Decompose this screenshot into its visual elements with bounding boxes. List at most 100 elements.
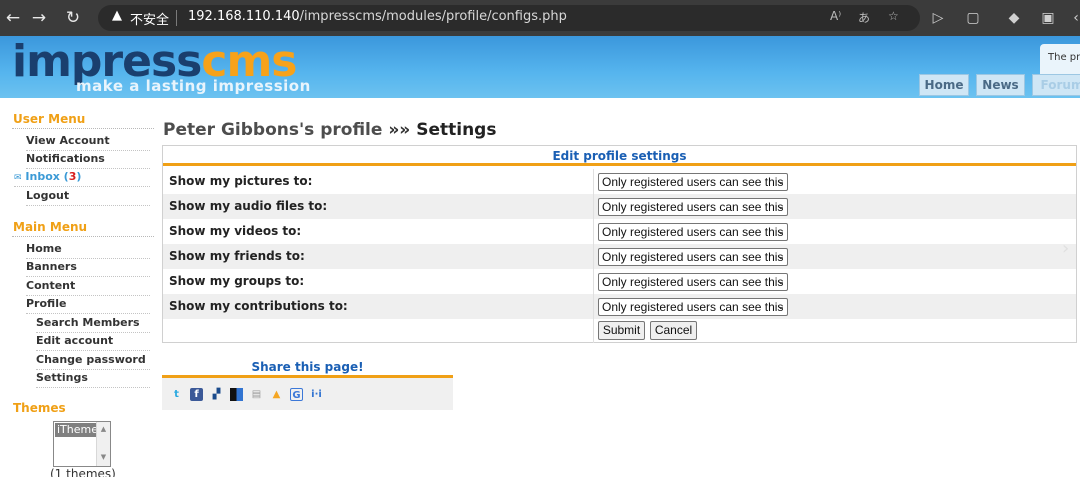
nav-tab-forum[interactable]: Forum: [1032, 74, 1080, 96]
row-value-cell: Only registered users can see this ⌄: [593, 294, 1076, 319]
forward-arrow-icon[interactable]: →: [28, 7, 50, 29]
pictures-visibility-select[interactable]: Only registered users can see this ⌄: [598, 173, 788, 191]
left-sidebar: User Menu View Account Notifications ✉ I…: [6, 104, 156, 477]
inbox-label: Inbox: [25, 170, 60, 183]
tooltip-popup: The pro: [1040, 44, 1080, 78]
delicious-icon[interactable]: [230, 388, 243, 401]
share-icons-bar: t f ▞ ▤ ▲ G i·i: [162, 375, 453, 410]
row-value-cell: Only registered users can see this ⌄: [593, 219, 1076, 244]
buttons-cell: Submit Cancel: [593, 318, 1076, 343]
menu-item-notifications[interactable]: Notifications: [26, 151, 150, 169]
more-arrow-icon[interactable]: ‹: [1066, 8, 1080, 28]
share-title: Share this page!: [251, 360, 364, 374]
menu-item-banners[interactable]: Banners: [26, 259, 150, 277]
row-label: Show my audio files to:: [169, 199, 328, 213]
warning-icon: ▲: [112, 8, 122, 23]
theme-select-list[interactable]: iTheme ▲ ▼: [53, 421, 111, 467]
submenu-item-search-members[interactable]: Search Members: [36, 315, 150, 333]
menu-item-logout[interactable]: Logout: [26, 188, 150, 206]
google-icon[interactable]: G: [290, 388, 303, 401]
back-arrow-icon[interactable]: ←: [2, 7, 24, 29]
scroll-up-icon[interactable]: ▲: [97, 425, 110, 433]
menu-item-home[interactable]: Home: [26, 241, 150, 259]
collections-icon[interactable]: ▢: [963, 8, 983, 28]
submenu-item-settings[interactable]: Settings: [36, 370, 150, 388]
favorite-star-icon[interactable]: ☆: [888, 9, 899, 23]
audio-visibility-select[interactable]: Only registered users can see this ⌄: [598, 198, 788, 216]
menu-item-inbox[interactable]: ✉ Inbox (3): [14, 169, 150, 187]
settings-row: Show my videos to: Only registered users…: [163, 219, 1076, 244]
select-value: Only registered users can see this: [602, 225, 784, 239]
hi5-icon[interactable]: i·i: [310, 388, 323, 401]
inbox-icon: ✉: [14, 173, 22, 183]
scroll-down-icon[interactable]: ▼: [97, 453, 110, 461]
chevron-down-icon: ⌄: [776, 301, 785, 312]
translate-icon[interactable]: あ: [858, 9, 870, 26]
menu-item-profile[interactable]: Profile: [26, 296, 150, 314]
chevron-down-icon: ⌄: [776, 176, 785, 187]
chevron-down-icon: ⌄: [776, 276, 785, 287]
row-value-cell: Only registered users can see this ⌄: [593, 194, 1076, 219]
row-label: Show my videos to:: [169, 224, 302, 238]
cancel-button[interactable]: Cancel: [650, 321, 697, 340]
theme-option[interactable]: iTheme: [55, 423, 98, 437]
row-value-cell: Only registered users can see this ⌄: [593, 169, 1076, 194]
menu-item-content[interactable]: Content: [26, 278, 150, 296]
url-path: /impresscms/modules/profile/configs.php: [299, 9, 567, 24]
breadcrumb-profile[interactable]: Peter Gibbons's profile: [163, 120, 382, 140]
themes-count: (1 themes): [50, 467, 116, 477]
browser-toolbar: ← → ↻ ▲ 不安全 192.168.110.140/impresscms/m…: [0, 0, 1080, 36]
play-icon[interactable]: ▷: [928, 8, 948, 28]
row-label: Show my contributions to:: [169, 299, 348, 313]
chevron-down-icon: ⌄: [776, 201, 785, 212]
url-host: 192.168.110.140: [188, 9, 300, 24]
select-value: Only registered users can see this: [602, 300, 784, 314]
videos-visibility-select[interactable]: Only registered users can see this ⌄: [598, 223, 788, 241]
submenu-item-change-password[interactable]: Change password: [36, 352, 150, 370]
page-title: Peter Gibbons's profile »» Settings: [163, 120, 496, 140]
theme-list-scrollbar[interactable]: ▲ ▼: [96, 422, 110, 466]
settings-row: Show my groups to: Only registered users…: [163, 269, 1076, 294]
url-text[interactable]: 192.168.110.140/impresscms/modules/profi…: [188, 9, 567, 24]
row-value-cell: Only registered users can see this ⌄: [593, 269, 1076, 294]
address-bar[interactable]: ▲ 不安全 192.168.110.140/impresscms/modules…: [98, 5, 920, 31]
select-value: Only registered users can see this: [602, 250, 784, 264]
extension-icon[interactable]: ◆: [1004, 8, 1024, 28]
address-divider: [176, 10, 177, 26]
row-value-cell: Only registered users can see this ⌄: [593, 244, 1076, 269]
nav-tab-news[interactable]: News: [976, 74, 1025, 96]
chevron-right-icon[interactable]: ›: [1062, 238, 1069, 259]
facebook-icon[interactable]: f: [190, 388, 203, 401]
contributions-visibility-select[interactable]: Only registered users can see this ⌄: [598, 298, 788, 316]
settings-row: Show my contributions to: Only registere…: [163, 294, 1076, 319]
shield-extension-icon[interactable]: ▣: [1038, 8, 1058, 28]
nav-tab-home[interactable]: Home: [919, 74, 969, 96]
settings-row: Show my audio files to: Only registered …: [163, 194, 1076, 219]
row-label: Show my friends to:: [169, 249, 305, 263]
breadcrumb-separator: »»: [388, 120, 411, 140]
submenu-item-edit-account[interactable]: Edit account: [36, 333, 150, 351]
submit-button[interactable]: Submit: [598, 321, 645, 340]
block-divider: [12, 236, 154, 237]
stumbleupon-icon[interactable]: ▲: [270, 388, 283, 401]
myspace-icon[interactable]: ▞: [210, 388, 223, 401]
select-value: Only registered users can see this: [602, 275, 784, 289]
groups-visibility-select[interactable]: Only registered users can see this ⌄: [598, 273, 788, 291]
reload-icon[interactable]: ↻: [62, 7, 84, 29]
chevron-down-icon: ⌄: [776, 251, 785, 262]
block-divider: [12, 128, 154, 129]
user-menu-title: User Menu: [13, 112, 86, 126]
row-label: Show my pictures to:: [169, 174, 313, 188]
menu-item-view-account[interactable]: View Account: [26, 133, 150, 151]
main-menu-title: Main Menu: [13, 220, 88, 234]
chevron-down-icon: ⌄: [776, 226, 785, 237]
row-label: Show my groups to:: [169, 274, 305, 288]
digg-icon[interactable]: ▤: [250, 388, 263, 401]
site-header: impresscms make a lasting impression The…: [0, 36, 1080, 98]
twitter-icon[interactable]: t: [170, 388, 183, 401]
friends-visibility-select[interactable]: Only registered users can see this ⌄: [598, 248, 788, 266]
table-header: Edit profile settings: [163, 146, 1076, 166]
breadcrumb-current: Settings: [416, 120, 497, 140]
read-aloud-icon[interactable]: A⁾: [830, 9, 841, 23]
themes-title: Themes: [13, 401, 66, 415]
